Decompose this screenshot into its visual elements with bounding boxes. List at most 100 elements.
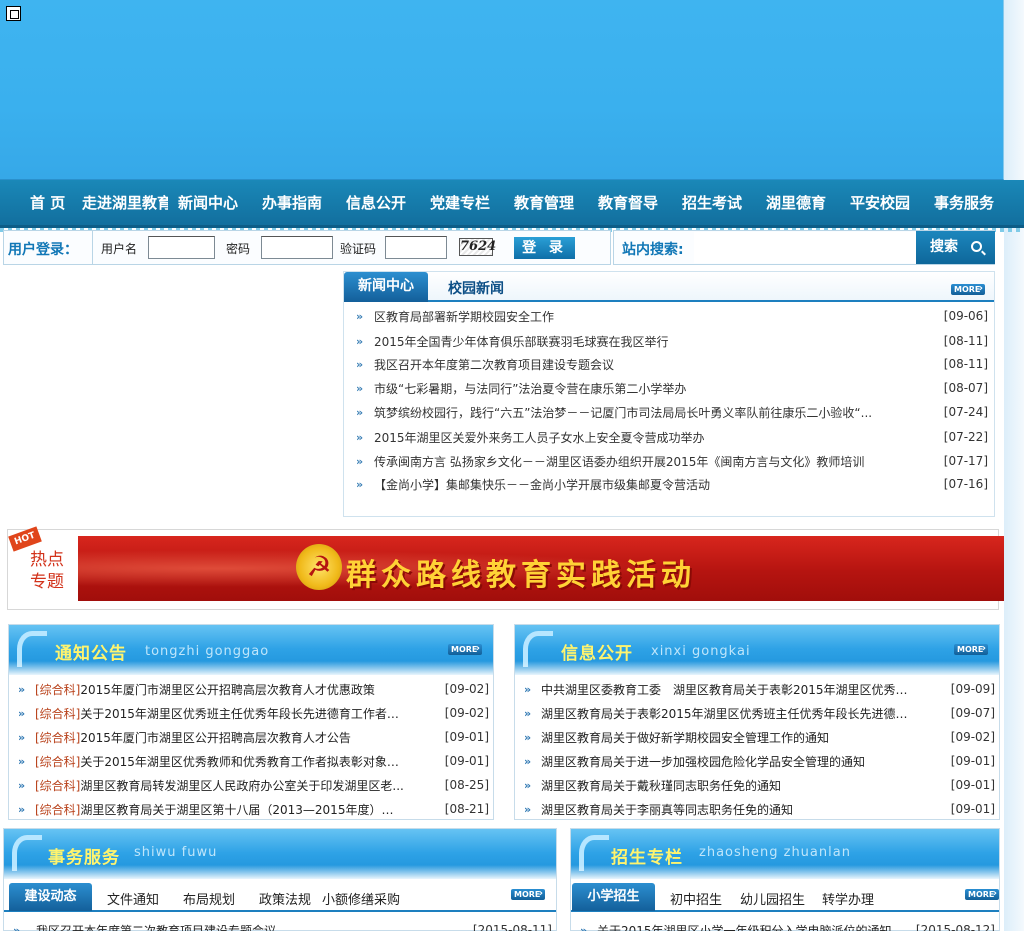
list-item[interactable]: » [综合科]关于2015年湖里区优秀教师和优秀教育工作者拟表彰对象公... [09… [9,750,493,774]
chevron-right-icon: » [356,335,364,348]
search-input[interactable] [694,232,916,263]
news-more-button[interactable]: MORE [951,283,985,295]
captcha-input[interactable] [385,236,447,259]
notice-more-button[interactable]: MORE [448,643,482,655]
enrollment-more-button[interactable]: MORE [965,888,999,900]
list-item[interactable]: » 筑梦缤纷校园行，践行“六五”法治梦－－记厦门市司法局局长叶勇义率队前往康乐二小… [344,401,994,425]
chevron-right-icon: » [18,779,26,792]
search-icon [971,241,982,252]
chevron-right-icon: » [524,707,532,720]
hot-topic-banner[interactable]: ☭ 群众路线教育实践活动 [78,536,1004,601]
nav-enrollment-exams[interactable]: 招生考试 [682,192,746,214]
list-item[interactable]: » [综合科]关于2015年湖里区优秀班主任优秀年段长先进德育工作者拟... [09… [9,702,493,726]
login-title: 用户登录： [8,242,78,258]
list-item[interactable]: » 湖里区教育局关于戴秋瑾同志职务任免的通知 [09-01] [515,774,999,798]
info-more-button[interactable]: MORE [954,643,988,655]
hot-badge: HOT [8,526,42,552]
list-item[interactable]: » 2015年湖里区关爱外来务工人员子女水上安全夏令营成功举办 [07-22] [344,426,994,450]
nav-home[interactable]: 首 页 [30,192,72,214]
hot-topic-section: HOT 热点专题 ☭ 群众路线教育实践活动 [7,526,1004,610]
enrollment-panel: 招生专栏 zhaosheng zhuanlan 小学招生 初中招生 幼儿园招生 … [570,828,1000,931]
nav-about-education[interactable]: 走进湖里教育 [82,192,168,214]
chevron-right-icon: » [356,478,364,491]
tab-news-center[interactable]: 新闻中心 [344,272,428,302]
tab-layout-planning[interactable]: 布局规划 [183,889,235,908]
affairs-header: 事务服务 shiwu fuwu [4,829,556,879]
chevron-right-icon: » [524,755,532,768]
info-title: 信息公开 [561,644,633,664]
nav-moral-education[interactable]: 湖里德育 [766,192,830,214]
chevron-right-icon: » [524,803,532,816]
list-item[interactable]: » [综合科]2015年厦门市湖里区公开招聘高层次教育人才公告 [09-01] [9,726,493,750]
tab-primary-enrollment[interactable]: 小学招生 [572,883,655,911]
list-item[interactable]: » 中共湖里区委教育工委 湖里区教育局关于表彰2015年湖里区优秀教... [09-… [515,678,999,702]
login-bar: 用户登录： 用户名 密码 验证码 7624 登 录 [3,230,611,265]
hot-topic-label: 热点专题 [30,550,64,592]
login-button[interactable]: 登 录 [514,237,575,259]
header-banner [0,0,1004,180]
chevron-right-icon: » [356,358,364,371]
info-subtitle: xinxi gongkai [651,644,751,659]
nav-safe-campus[interactable]: 平安校园 [850,192,914,214]
tab-construction-news[interactable]: 建设动态 [9,883,92,911]
notice-subtitle: tongzhi gonggao [145,644,270,659]
nav-service-guide[interactable]: 办事指南 [262,192,326,214]
notice-header: 通知公告 tongzhi gonggao MORE [9,625,493,675]
affairs-subtitle: shiwu fuwu [134,845,218,860]
list-item[interactable]: » 湖里区教育局关于做好新学期校园安全管理工作的通知 [09-02] [515,726,999,750]
password-input[interactable] [261,236,333,259]
tab-junior-enrollment[interactable]: 初中招生 [670,889,722,908]
enrollment-header: 招生专栏 zhaosheng zhuanlan [571,829,999,879]
nav-education-supervision[interactable]: 教育督导 [598,192,662,214]
swoosh-icon [579,835,609,871]
tab-small-repairs[interactable]: 小额修缮采购 [322,889,400,908]
chevron-right-icon: » [524,683,532,696]
chevron-right-icon: » [18,707,26,720]
list-item[interactable]: » [综合科]2015年厦门市湖里区公开招聘高层次教育人才优惠政策 [09-02] [9,678,493,702]
notice-panel: 通知公告 tongzhi gonggao MORE »[综合科]2015年厦门市… [8,624,494,820]
list-item[interactable]: » 【金尚小学】集邮集快乐－－金尚小学开展市级集邮夏令营活动 [07-16] [344,473,994,497]
tab-campus-news[interactable]: 校园新闻 [448,278,504,298]
search-button[interactable]: 搜索 [916,231,995,264]
username-label: 用户名 [101,242,138,256]
list-item[interactable]: » 区教育局部署新学期校园安全工作 [09-06] [344,305,994,329]
list-item[interactable]: » 湖里区教育局关于表彰2015年湖里区优秀班主任优秀年段长先进德育... [09-… [515,702,999,726]
affairs-more-button[interactable]: MORE [511,888,545,900]
swoosh-icon [523,631,553,667]
list-item[interactable]: » [综合科]湖里区教育局关于湖里区第十八届（2013—2015年度）文明...[… [9,798,493,822]
list-item[interactable]: » 湖里区教育局关于进一步加强校园危险化学品安全管理的通知 [09-01] [515,750,999,774]
enrollment-subtitle: zhaosheng zhuanlan [699,845,851,860]
swoosh-icon [17,631,47,667]
nav-education-management[interactable]: 教育管理 [514,192,578,214]
tab-transfer[interactable]: 转学办理 [822,889,874,908]
tab-policies[interactable]: 政策法规 [259,889,311,908]
nav-news-center[interactable]: 新闻中心 [178,192,242,214]
affairs-title: 事务服务 [48,848,120,868]
tab-kindergarten-enrollment[interactable]: 幼儿园招生 [740,889,805,908]
nav-affairs-service[interactable]: 事务服务 [934,192,998,214]
chevron-right-icon: » [18,755,26,768]
info-header: 信息公开 xinxi gongkai MORE [515,625,999,675]
list-item[interactable]: » 我区召开本年度第二次教育项目建设专题会议 [08-11] [344,353,994,377]
hot-topic-banner-text: 群众路线教育实践活动 [346,558,696,593]
chevron-right-icon: » [356,382,364,395]
list-item[interactable]: » 市级“七彩暑期，与法同行”法治夏令营在康乐第二小学举办 [08-07] [344,377,994,401]
nav-party-column[interactable]: 党建专栏 [430,192,494,214]
list-item[interactable]: » 湖里区教育局关于李丽真等同志职务任免的通知 [09-01] [515,798,999,822]
chevron-right-icon: » [356,431,364,444]
captcha-image[interactable]: 7624 [459,238,496,256]
list-item[interactable]: » 关于2015年湖里区小学一年级积分入学电脑派位的通知 [2015-08-12] [571,919,999,931]
tab-file-notices[interactable]: 文件通知 [107,889,159,908]
nav-info-disclosure[interactable]: 信息公开 [346,192,410,214]
swoosh-icon [12,835,42,871]
username-input[interactable] [148,236,215,259]
list-item[interactable]: » 我区召开本年度第二次教育项目建设专题会议 [2015-08-11] [4,919,556,931]
list-item[interactable]: » [综合科]湖里区教育局转发湖里区人民政府办公室关于印发湖里区老... [08-2… [9,774,493,798]
chevron-right-icon: » [580,924,588,931]
list-item[interactable]: » 传承闽南方言 弘扬家乡文化－－湖里区语委办组织开展2015年《闽南方言与文化》… [344,450,994,474]
notice-title: 通知公告 [55,644,127,664]
chevron-right-icon: » [356,310,364,323]
search-title: 站内搜索: [622,242,684,258]
affairs-panel: 事务服务 shiwu fuwu 建设动态 文件通知 布局规划 政策法规 小额修缮… [3,828,557,931]
list-item[interactable]: » 2015年全国青少年体育俱乐部联赛羽毛球赛在我区举行 [08-11] [344,330,994,354]
